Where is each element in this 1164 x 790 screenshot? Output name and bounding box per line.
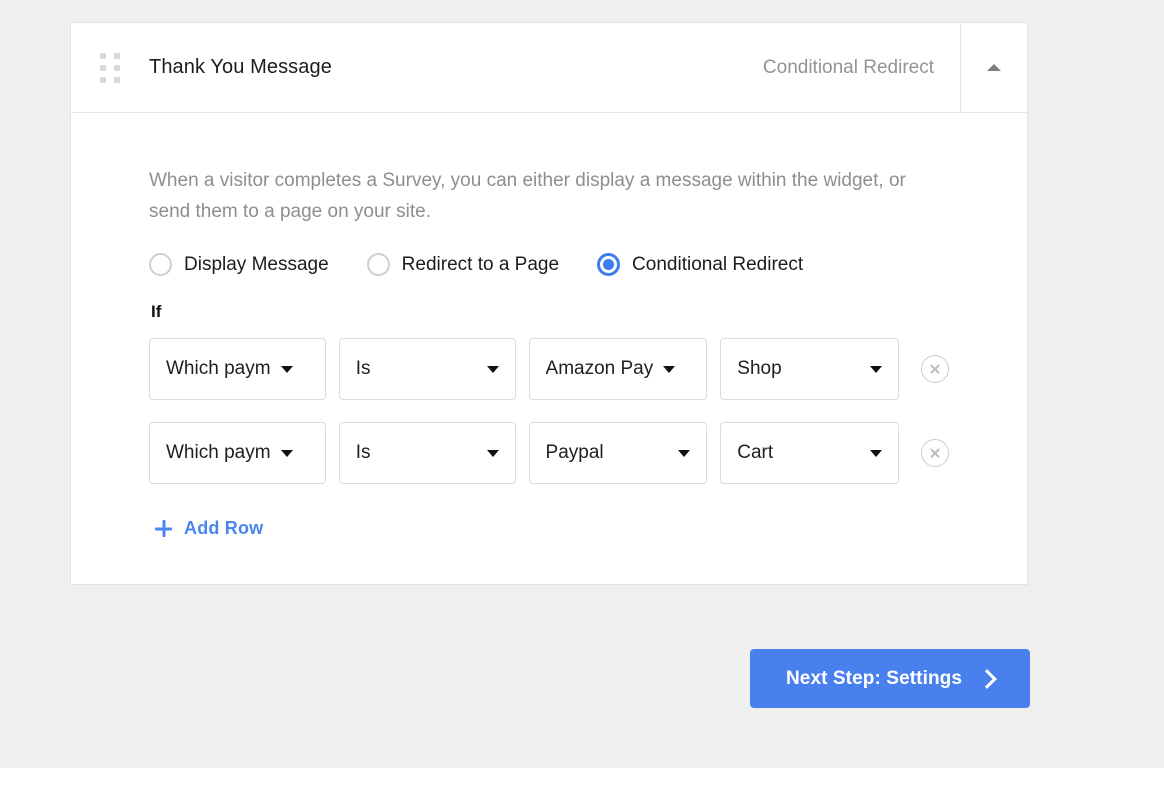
condition-row: Which paym Is Amazon Pay Shop [149,338,949,400]
radio-icon-conditional-redirect [597,253,621,276]
thank-you-message-card: Thank You Message Conditional Redirect W… [70,22,1028,585]
caret-up-icon [987,64,1001,71]
radio-label-conditional-redirect: Conditional Redirect [632,253,804,275]
redirect-mode-radio-group: Display Message Redirect to a Page Condi… [149,253,949,276]
condition-operator-select-2[interactable]: Is [338,422,516,484]
plus-icon [155,520,172,537]
card-status-label: Conditional Redirect [762,56,934,78]
condition-value-select-1[interactable]: Amazon Pay [528,338,708,400]
bottom-strip [0,768,1164,790]
radio-label-display-message: Display Message [184,253,329,275]
condition-value-select-2[interactable]: Paypal [528,422,708,484]
next-step-label: Next Step: Settings [785,667,963,689]
condition-operator-value-1: Is [355,358,371,379]
condition-row: Which paym Is Paypal Cart [149,422,949,484]
section-description: When a visitor completes a Survey, you c… [149,170,906,222]
condition-value-value-2: Paypal [545,442,604,463]
chevron-down-icon [486,365,499,373]
condition-destination-value-2: Cart [737,442,774,463]
drag-handle[interactable] [71,23,149,112]
radio-icon-redirect-to-a-page [366,253,390,276]
chevron-down-icon [663,365,676,373]
condition-field-select-2[interactable]: Which paym [149,422,326,484]
add-row-label: Add Row [184,518,264,538]
card-header: Thank You Message Conditional Redirect [71,23,1027,113]
condition-field-value-1: Which paym [166,358,271,379]
chevron-down-icon [870,365,882,373]
radio-option-conditional-redirect[interactable]: Conditional Redirect [597,253,803,276]
condition-field-select-1[interactable]: Which paym [149,338,326,400]
radio-option-display-message[interactable]: Display Message [149,253,329,276]
remove-condition-row-button-2[interactable] [921,439,949,467]
radio-icon-display-message [149,253,172,276]
remove-condition-row-button-1[interactable] [921,355,949,383]
condition-destination-value-1: Shop [737,358,782,379]
if-label: If [151,302,162,321]
chevron-down-icon [280,365,293,373]
chevron-down-icon [486,449,499,457]
radio-label-redirect-to-a-page: Redirect to a Page [401,253,560,275]
chevron-right-icon [977,668,997,689]
chevron-down-icon [870,449,882,457]
radio-option-redirect-to-a-page[interactable]: Redirect to a Page [366,253,560,276]
chevron-down-icon [678,449,691,457]
condition-operator-value-2: Is [355,442,371,463]
condition-destination-select-1[interactable]: Shop [720,338,899,400]
collapse-toggle-button[interactable] [960,23,1027,112]
condition-destination-select-2[interactable]: Cart [720,422,899,484]
chevron-down-icon [280,449,293,457]
next-step-settings-button[interactable]: Next Step: Settings [750,649,1030,708]
drag-dots-icon [100,52,120,83]
condition-operator-select-1[interactable]: Is [338,338,516,400]
card-body: When a visitor completes a Survey, you c… [71,113,1027,584]
condition-field-value-2: Which paym [166,442,271,463]
card-title: Thank You Message [149,56,332,78]
condition-value-value-1: Amazon Pay [545,358,654,379]
add-row-button[interactable]: Add Row [155,518,263,539]
